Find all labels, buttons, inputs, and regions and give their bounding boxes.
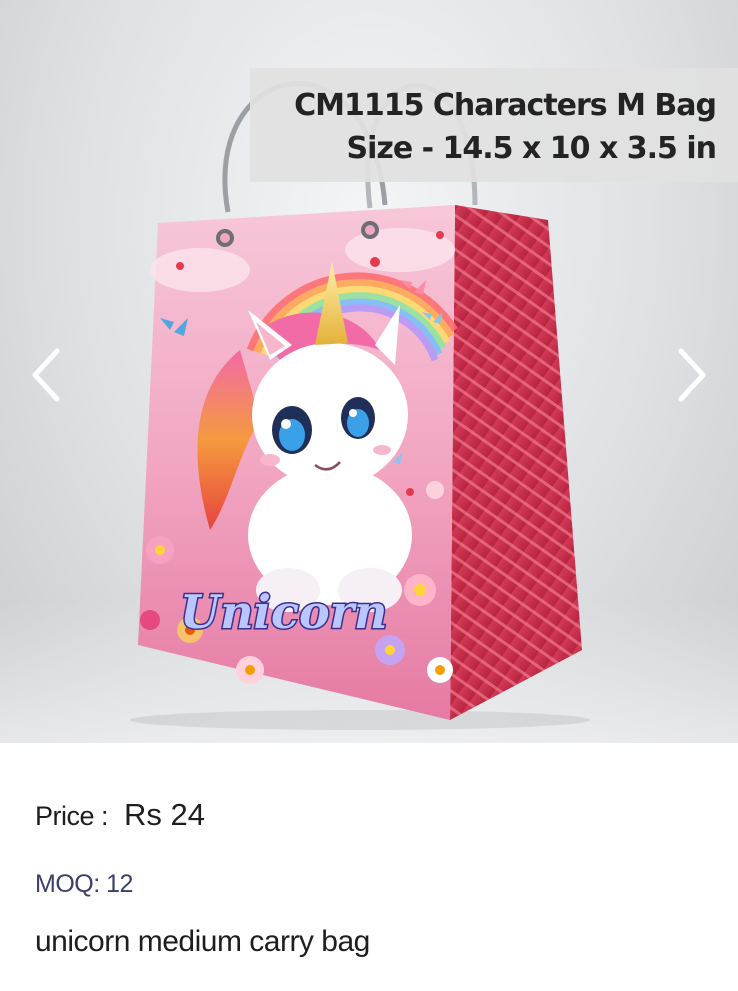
product-image[interactable]: Unicorn CM1115 Characters M Bag Size - 1… <box>0 0 738 743</box>
price-row: Price : Rs 24 <box>35 797 205 833</box>
price-value: Rs 24 <box>124 797 206 832</box>
price-label: Price : <box>35 801 109 831</box>
svg-text:Unicorn: Unicorn <box>180 585 387 639</box>
title-overlay: CM1115 Characters M Bag Size - 14.5 x 10… <box>250 68 738 182</box>
product-description: unicorn medium carry bag <box>35 925 370 958</box>
moq-text: MOQ: 12 <box>35 870 133 898</box>
next-image-button[interactable] <box>668 340 716 410</box>
previous-image-button[interactable] <box>22 340 70 410</box>
product-title: CM1115 Characters M Bag <box>294 88 717 123</box>
chevron-left-icon <box>32 348 60 402</box>
product-size: Size - 14.5 x 10 x 3.5 in <box>346 131 717 166</box>
chevron-right-icon <box>678 348 706 402</box>
